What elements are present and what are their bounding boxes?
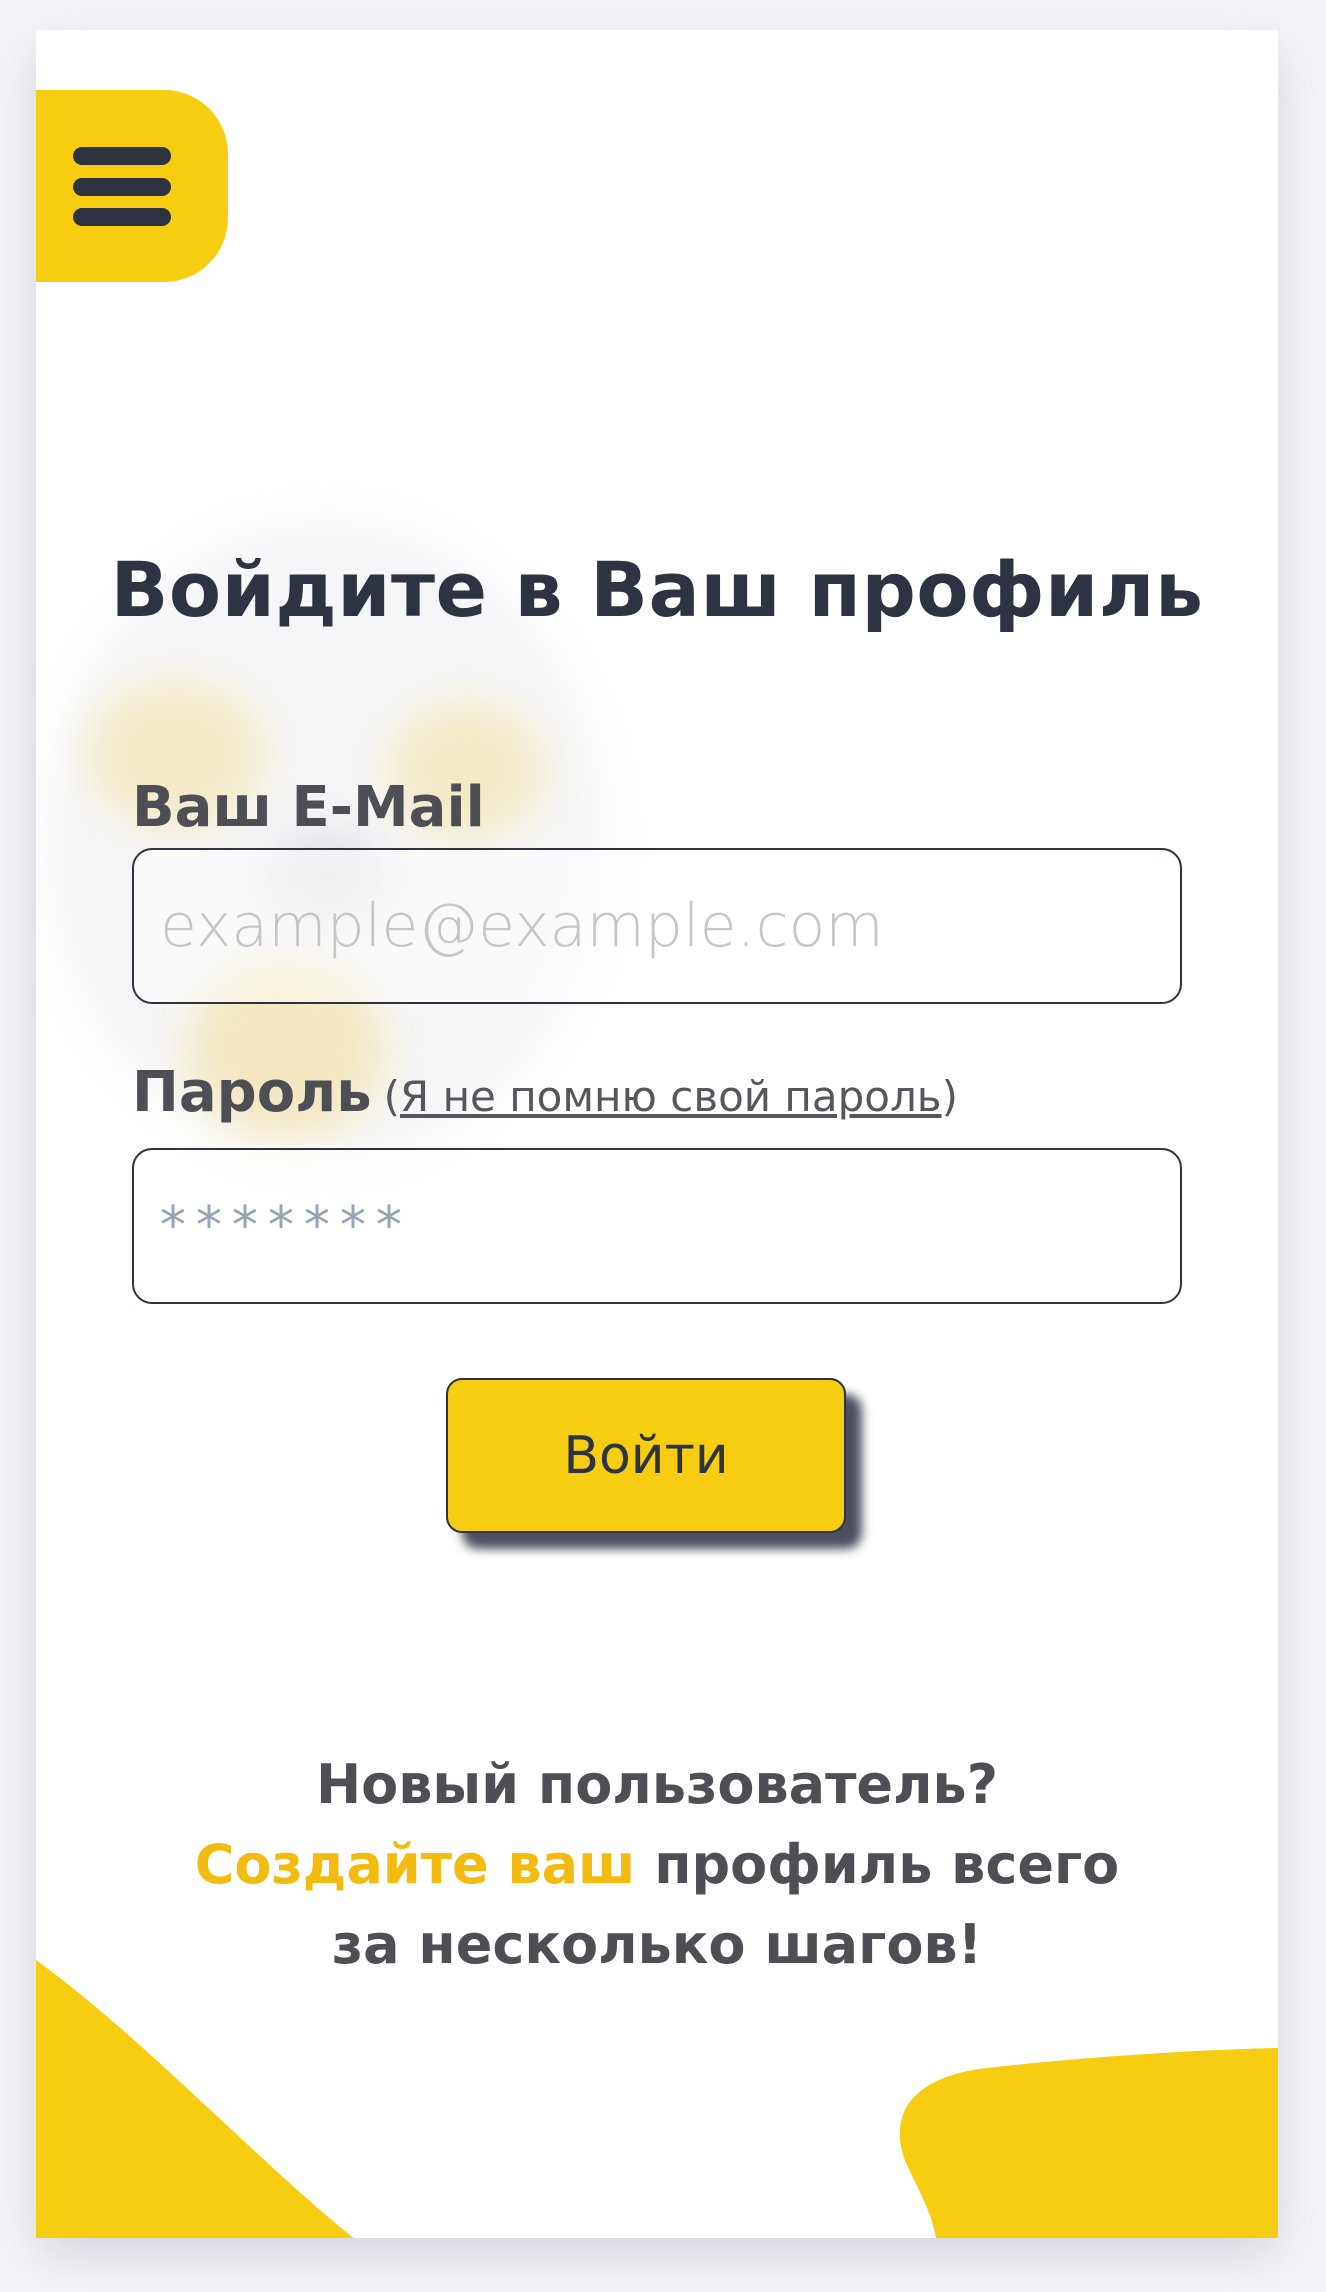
password-label-row: Пароль (Я не помню свой пароль) — [132, 1060, 958, 1125]
menu-button[interactable] — [36, 90, 228, 282]
bottom-right-decoration — [899, 2048, 1278, 2238]
signup-prompt: Новый пользователь? Создайте ваш профиль… — [36, 1745, 1278, 1985]
forgot-password-open-paren: ( — [383, 1072, 401, 1121]
signup-line-2: за несколько шагов! — [331, 1913, 983, 1976]
forgot-password-link[interactable]: Я не помню свой пароль — [400, 1072, 942, 1121]
bottom-left-decoration — [36, 1960, 354, 2238]
email-label: Ваш E-Mail — [132, 775, 485, 840]
create-profile-link[interactable]: Создайте ваш — [195, 1833, 636, 1896]
app-screen: Войдите в Ваш профиль Ваш E-Mail Пароль(… — [36, 30, 1278, 2238]
forgot-password-close-paren: ) — [941, 1072, 958, 1121]
page-title: Войдите в Ваш профиль — [110, 545, 1204, 634]
password-label: Пароль — [132, 1060, 372, 1125]
email-input[interactable] — [132, 848, 1182, 1004]
login-button[interactable]: Войти — [446, 1378, 846, 1533]
forgot-password-wrapper: (Я не помню свой пароль) — [384, 1072, 958, 1121]
signup-question: Новый пользователь? — [315, 1753, 999, 1816]
signup-rest-text: профиль всего — [635, 1833, 1120, 1896]
password-input[interactable] — [132, 1148, 1182, 1304]
signup-line-1: Создайте ваш профиль всего — [36, 1825, 1278, 1905]
